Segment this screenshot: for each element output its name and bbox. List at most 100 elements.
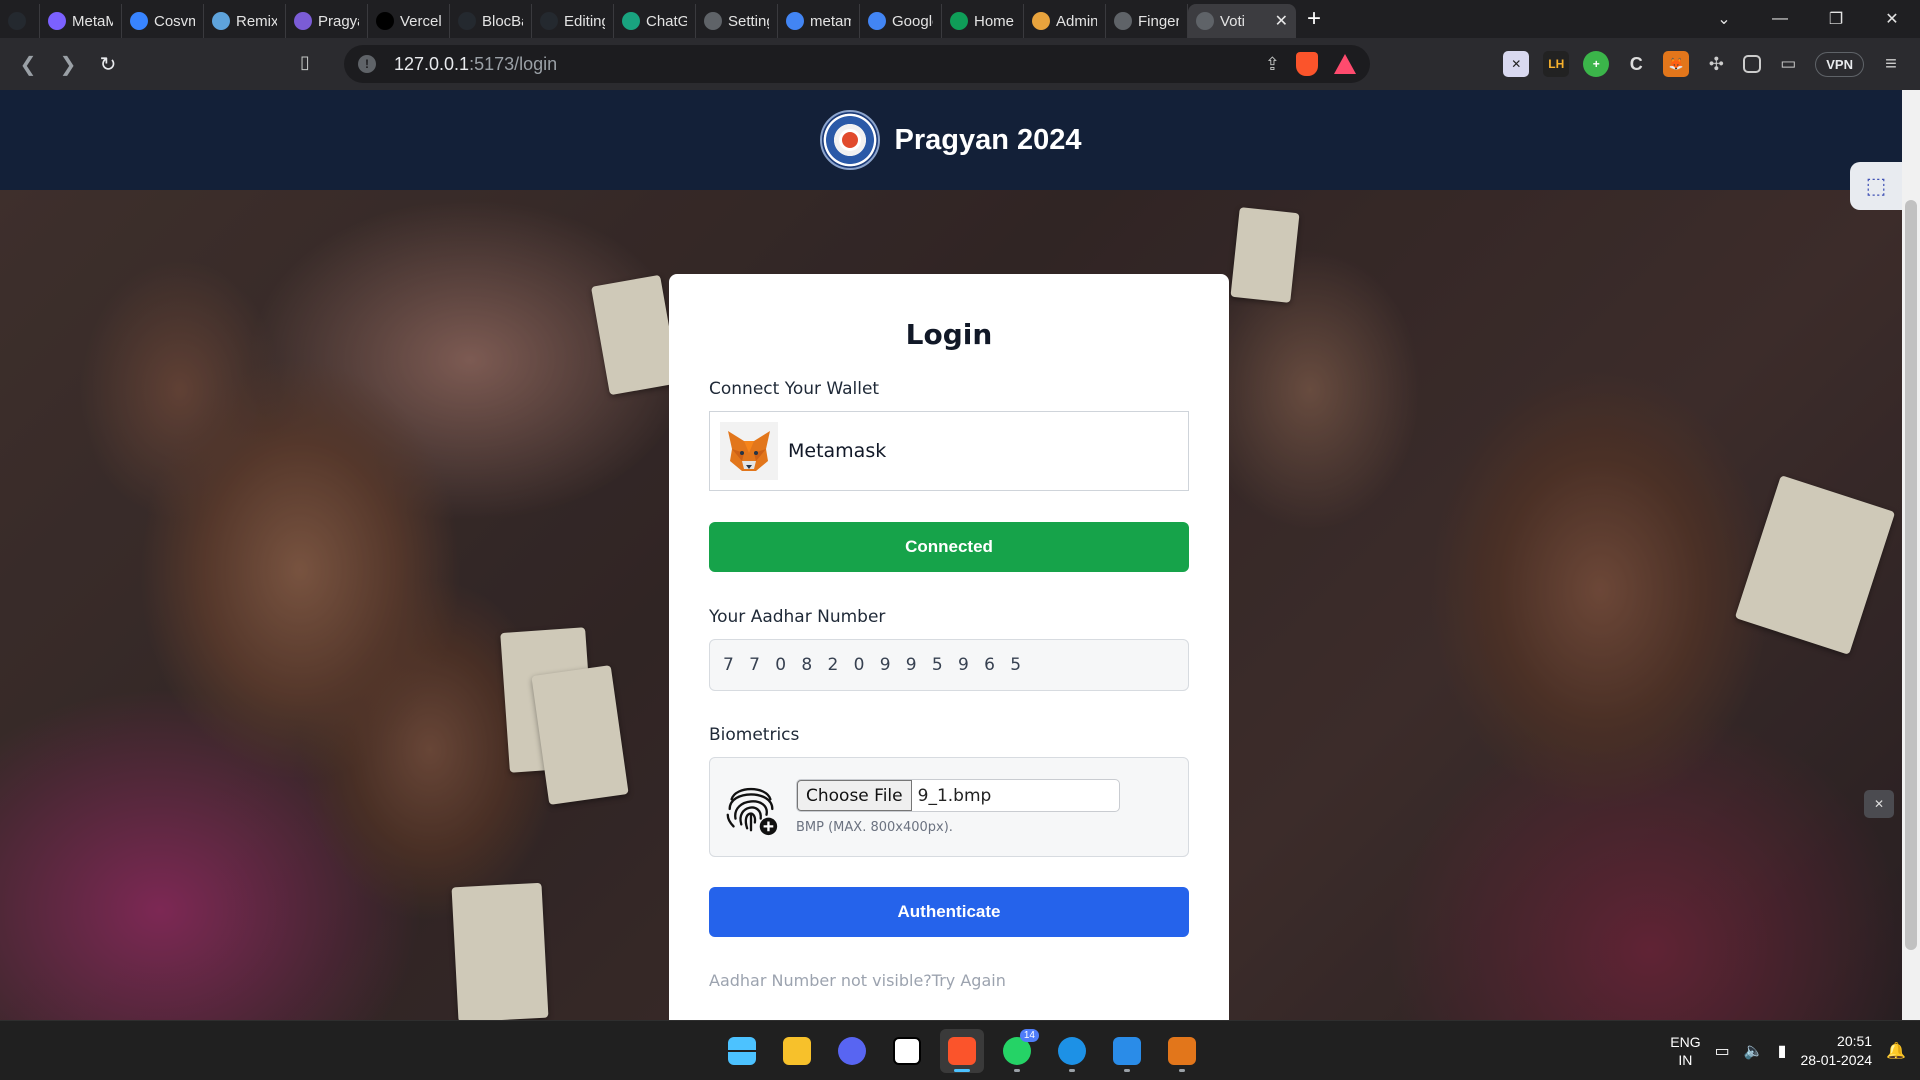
browser-tab[interactable]: BlocBallo [450,4,532,38]
extension-cplus-icon[interactable]: C [1623,51,1649,77]
github-icon [8,12,26,30]
taskbar-app[interactable] [885,1029,929,1073]
taskbar-app[interactable]: 14 [995,1029,1039,1073]
notification-bell-icon[interactable]: 🔔 [1886,1041,1906,1061]
tab-title: Voti [1220,12,1246,30]
minimize-button[interactable]: — [1752,10,1808,28]
github-icon [540,12,558,30]
screenshot-tool-icon[interactable]: ⬚ [1850,162,1902,210]
brave-icon [948,1037,976,1065]
wallet-icon[interactable]: ▭ [1775,51,1801,77]
reload-button[interactable]: ↻ [88,44,128,84]
active-browser-tab[interactable]: Voti ✕ [1188,4,1296,38]
extension-metamask-icon[interactable]: 🦊 [1663,51,1690,77]
metamask-wallet-option[interactable]: Metamask [709,411,1189,491]
close-tab-icon[interactable]: ✕ [1275,11,1288,31]
vpn-button[interactable]: VPN [1815,51,1864,77]
close-window-button[interactable]: ✕ [1864,9,1920,29]
site-info-icon[interactable]: ! [358,55,376,73]
github-icon [458,12,476,30]
extension-plus-icon[interactable]: + [1583,51,1610,77]
new-tab-button[interactable]: + [1296,2,1332,36]
browser-tab[interactable]: Vercel – [368,4,450,38]
google-icon [868,12,886,30]
battery-icon[interactable]: ▮ [1778,1041,1787,1061]
browser-tab[interactable]: Cosvm v [122,4,204,38]
brave-shields-icon[interactable] [1296,52,1318,76]
sidebar-toggle-icon[interactable] [1743,55,1762,73]
clock-date: 28-01-2024 [1800,1052,1873,1068]
extensions-bar: ✕ LH + C 🦊 ✣ ▭ VPN ≡ [1503,38,1920,90]
extensions-puzzle-icon[interactable]: ✣ [1703,51,1729,77]
browser-tab[interactable]: Editing E [532,4,614,38]
restore-button[interactable]: ❐ [1808,9,1864,29]
running-indicator [1179,1069,1185,1072]
biometrics-upload-box: Choose File 9_1.bmp BMP (MAX. 800x400px)… [709,757,1189,857]
browser-tab[interactable]: Google A [860,4,942,38]
scrollbar-thumb[interactable] [1905,200,1917,950]
windows-start-icon [728,1037,756,1065]
running-indicator [1014,1069,1020,1072]
taskbar-app[interactable] [1105,1029,1149,1073]
taskbar-app[interactable] [1050,1029,1094,1073]
url-text[interactable]: 127.0.0.1:5173/login [394,54,557,75]
google-icon [786,12,804,30]
voter-card-image [451,882,549,1020]
volume-icon[interactable]: 🔈 [1744,1041,1764,1061]
browser-tab[interactable]: Admin P [1024,4,1106,38]
menu-icon[interactable]: ≡ [1878,51,1904,77]
url-host: 127.0.0.1 [394,53,470,74]
browser-tab[interactable]: MetaMa [40,4,122,38]
browser-toolbar: ❮ ❯ ↻ ▯ ! 127.0.0.1:5173/login ⇪ ✕ LH + … [0,38,1920,90]
connected-button[interactable]: Connected [709,522,1189,572]
system-tray: ENG IN ▭ 🔈 ▮ 20:51 28-01-2024 🔔 [1670,1021,1920,1080]
browser-tab[interactable]: Pragyan [286,4,368,38]
tab-title: Home - [974,12,1015,30]
taskbar-app[interactable] [720,1029,764,1073]
tab-title: ChatGPT [646,12,687,30]
choose-file-button[interactable]: Choose File [797,780,912,811]
aadhar-number-field[interactable]: 770820995965 [709,639,1189,691]
browser-tab[interactable]: Remix - E [204,4,286,38]
file-input[interactable]: Choose File 9_1.bmp [796,779,1120,812]
extension-lighthouse-icon[interactable]: LH [1543,51,1570,77]
clock[interactable]: 20:51 28-01-2024 [1800,1032,1872,1070]
extension-kapture-icon[interactable]: ✕ [1503,51,1530,77]
tab-search-icon[interactable]: ⌄ [1696,9,1752,29]
browser-tab[interactable]: metamsk [778,4,860,38]
voting-icon [1196,12,1214,30]
globe-icon [1114,12,1132,30]
metamask-v-icon [48,12,66,30]
authenticate-button[interactable]: Authenticate [709,887,1189,937]
browser-tab[interactable]: Settings [696,4,778,38]
page-scrollbar[interactable] [1902,90,1920,1020]
address-bar[interactable]: ! 127.0.0.1:5173/login ⇪ [344,45,1370,83]
browser-tab[interactable]: Fingerpr [1106,4,1188,38]
language-indicator[interactable]: ENG IN [1670,1033,1700,1069]
network-icon[interactable]: ▭ [1715,1041,1730,1061]
back-button[interactable]: ❮ [8,44,48,84]
vscode-icon [1113,1037,1141,1065]
collapsed-panel-icon[interactable]: ✕ [1864,790,1894,818]
try-again-link[interactable]: Aadhar Number not visible?Try Again [709,971,1189,990]
tab-title: Vercel – [400,12,441,30]
bookmark-icon[interactable]: ▯ [300,52,310,73]
taskbar-app[interactable] [830,1029,874,1073]
taskbar-app[interactable] [775,1029,819,1073]
metamask-icon [1168,1037,1196,1065]
site-header: Pragyan 2024 [0,90,1902,190]
running-indicator [954,1069,970,1072]
browser-tab[interactable]: Home - [942,4,1024,38]
browser-tab[interactable] [0,4,40,38]
browser-tab[interactable]: ChatGPT [614,4,696,38]
wallet-name: Metamask [788,440,887,462]
windows-taskbar: 14 ENG IN ▭ 🔈 ▮ 20:51 28-01-2024 🔔 [0,1020,1920,1080]
aadhar-label: Your Aadhar Number [709,607,886,627]
brave-rewards-icon[interactable] [1334,54,1356,74]
tab-title: Remix - E [236,12,277,30]
taskbar-app[interactable] [940,1029,984,1073]
share-icon[interactable]: ⇪ [1265,54,1280,75]
taskbar-app[interactable] [1160,1029,1204,1073]
forward-button[interactable]: ❯ [48,44,88,84]
file-hint: BMP (MAX. 800x400px). [796,820,953,835]
